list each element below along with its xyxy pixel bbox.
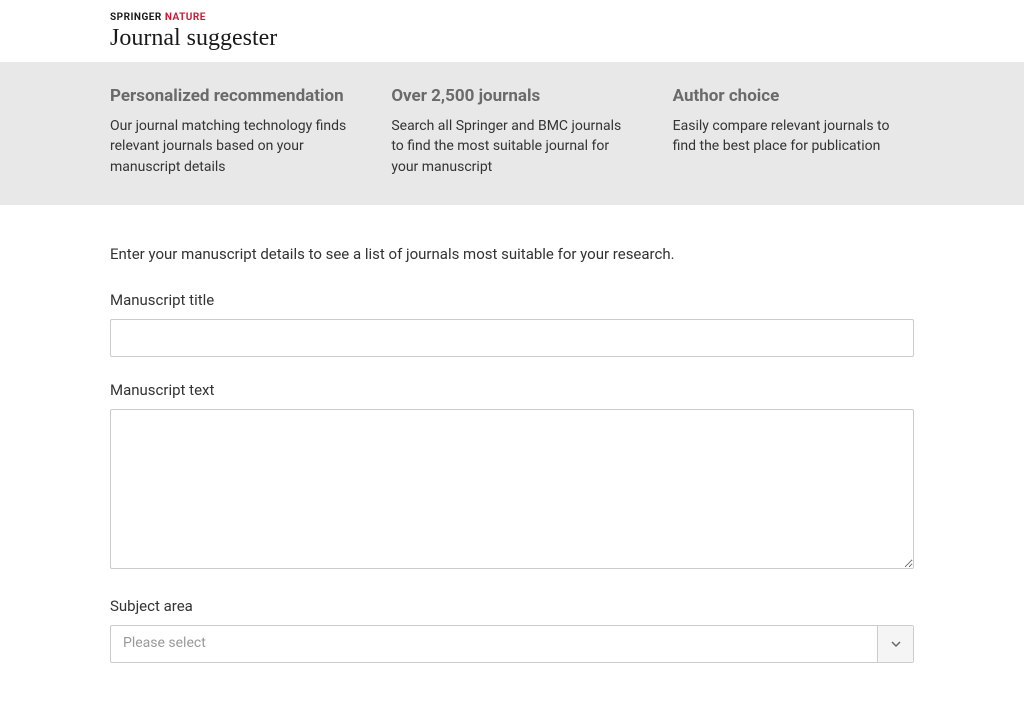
chevron-down-icon [891,639,901,649]
manuscript-text-label: Manuscript text [110,381,914,399]
brand-part1: SPRINGER [110,12,162,23]
feature-desc: Our journal matching technology finds re… [110,116,351,177]
feature-journals: Over 2,500 journals Search all Springer … [391,86,632,177]
field-group-title: Manuscript title [110,291,914,357]
feature-desc: Easily compare relevant journals to find… [673,116,914,157]
select-arrow-button[interactable] [877,626,913,662]
manuscript-title-input[interactable] [110,319,914,357]
brand-part2: NATURE [165,12,206,23]
manuscript-title-label: Manuscript title [110,291,914,309]
page-header: SPRINGER NATURE Journal suggester [0,0,1024,62]
feature-desc: Search all Springer and BMC journals to … [391,116,632,177]
brand-logo: SPRINGER NATURE [110,12,914,23]
feature-title: Over 2,500 journals [391,86,632,106]
subject-area-label: Subject area [110,597,914,615]
feature-title: Personalized recommendation [110,86,351,106]
form-section: Enter your manuscript details to see a l… [0,205,1024,707]
field-group-text: Manuscript text [110,381,914,573]
features-row: Personalized recommendation Our journal … [110,86,914,177]
site-title: Journal suggester [110,25,914,52]
select-placeholder: Please select [111,626,877,662]
manuscript-text-input[interactable] [110,409,914,569]
field-group-subject: Subject area Please select [110,597,914,663]
intro-text: Enter your manuscript details to see a l… [110,245,914,263]
feature-author-choice: Author choice Easily compare relevant jo… [673,86,914,177]
feature-title: Author choice [673,86,914,106]
subject-area-select[interactable]: Please select [110,625,914,663]
feature-personalized: Personalized recommendation Our journal … [110,86,351,177]
features-band: Personalized recommendation Our journal … [0,62,1024,205]
